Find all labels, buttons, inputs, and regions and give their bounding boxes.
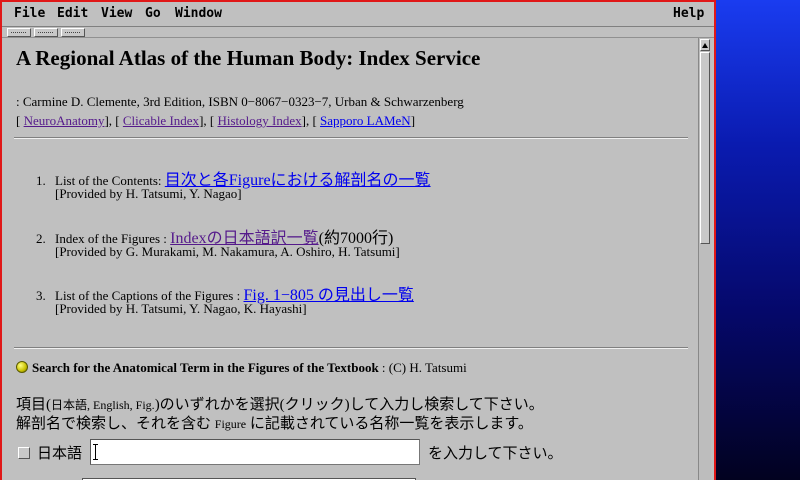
list-item-captions: 3. List of the Captions of the Figures : … bbox=[36, 281, 414, 316]
divider bbox=[14, 137, 688, 139]
list-item-contents: 1. List of the Contents: 目次と各Figureにおける解剖… bbox=[36, 166, 431, 201]
list-number: 2. bbox=[36, 231, 46, 246]
bullet-icon bbox=[16, 361, 28, 373]
menu-bar: File Edit View Go Window Help bbox=[2, 2, 714, 27]
menu-go[interactable]: Go bbox=[145, 2, 161, 26]
instr-text: に記載されている名称一覧を表示します。 bbox=[246, 416, 533, 432]
menu-view[interactable]: View bbox=[101, 2, 132, 26]
scroll-up-arrow-icon[interactable] bbox=[700, 39, 710, 51]
divider bbox=[14, 347, 688, 349]
instr-text: Figure bbox=[214, 417, 247, 431]
list-number: 3. bbox=[36, 288, 46, 303]
japanese-label: 日本語 bbox=[37, 446, 83, 462]
list-item-index: 2. Index of the Figures : Indexの日本語訳一覧(約7… bbox=[36, 224, 400, 259]
link-separator: ], [ bbox=[104, 113, 123, 128]
toolbar-grip-2[interactable] bbox=[34, 28, 58, 37]
page-content: A Regional Atlas of the Human Body: Inde… bbox=[8, 38, 691, 480]
vertical-scrollbar[interactable] bbox=[698, 38, 711, 480]
list-provided: [Provided by H. Tatsumi, Y. Nagao, K. Ha… bbox=[55, 301, 307, 316]
scroll-thumb[interactable] bbox=[700, 52, 710, 244]
link-clicable-index[interactable]: Clicable Index bbox=[123, 113, 199, 128]
search-credit: : (C) H. Tatsumi bbox=[378, 360, 467, 375]
link-histology-index[interactable]: Histology Index bbox=[217, 113, 301, 128]
menu-window[interactable]: Window bbox=[175, 2, 222, 26]
toolbar-grip-3[interactable] bbox=[61, 28, 85, 37]
instr-text: 項目( bbox=[16, 397, 51, 413]
list-number: 1. bbox=[36, 173, 46, 188]
book-byline: : Carmine D. Clemente, 3rd Edition, ISBN… bbox=[16, 94, 464, 109]
link-sapporo-lamen[interactable]: Sapporo LAMeN bbox=[320, 113, 411, 128]
instruction-line-2: 解剖名で検索し、それを含む Figure に記載されている名称一覧を表示します。 bbox=[16, 415, 544, 434]
link-separator: [ bbox=[16, 113, 24, 128]
page-title: A Regional Atlas of the Human Body: Inde… bbox=[16, 46, 481, 70]
japanese-input-hint: を入力して下さい。 bbox=[428, 446, 563, 462]
japanese-term-input[interactable] bbox=[90, 439, 420, 465]
browser-window: File Edit View Go Window Help A Regional… bbox=[0, 0, 716, 480]
toolbar-strip bbox=[2, 27, 714, 38]
japanese-radio[interactable] bbox=[18, 447, 30, 459]
menu-file[interactable]: File bbox=[14, 2, 45, 26]
text-cursor-icon bbox=[93, 444, 98, 460]
search-heading: Search for the Anatomical Term in the Fi… bbox=[16, 360, 467, 376]
list-provided: [Provided by H. Tatsumi, Y. Nagao] bbox=[55, 186, 242, 201]
link-separator: ] bbox=[410, 113, 416, 128]
instr-text: 日本語, English, Fig. bbox=[51, 398, 155, 412]
link-neuroanatomy[interactable]: NeuroAnatomy bbox=[24, 113, 105, 128]
toolbar-grip-1[interactable] bbox=[7, 28, 31, 37]
instr-text: )のいずれかを選択(クリック)して入力し検索して下さい。 bbox=[154, 397, 544, 413]
search-instructions: 項目(日本語, English, Fig.)のいずれかを選択(クリック)して入力… bbox=[16, 396, 544, 434]
list-provided: [Provided by G. Murakami, M. Nakamura, A… bbox=[55, 244, 400, 259]
link-separator: ], [ bbox=[199, 113, 218, 128]
instruction-line-1: 項目(日本語, English, Fig.)のいずれかを選択(クリック)して入力… bbox=[16, 396, 544, 415]
link-separator: ], [ bbox=[301, 113, 321, 128]
search-heading-text: Search for the Anatomical Term in the Fi… bbox=[32, 360, 379, 375]
menu-edit[interactable]: Edit bbox=[57, 2, 88, 26]
related-links: [ NeuroAnatomy], [ Clicable Index], [ Hi… bbox=[16, 113, 415, 129]
menu-help[interactable]: Help bbox=[673, 2, 704, 26]
instr-text: 解剖名で検索し、それを含む bbox=[16, 416, 215, 432]
